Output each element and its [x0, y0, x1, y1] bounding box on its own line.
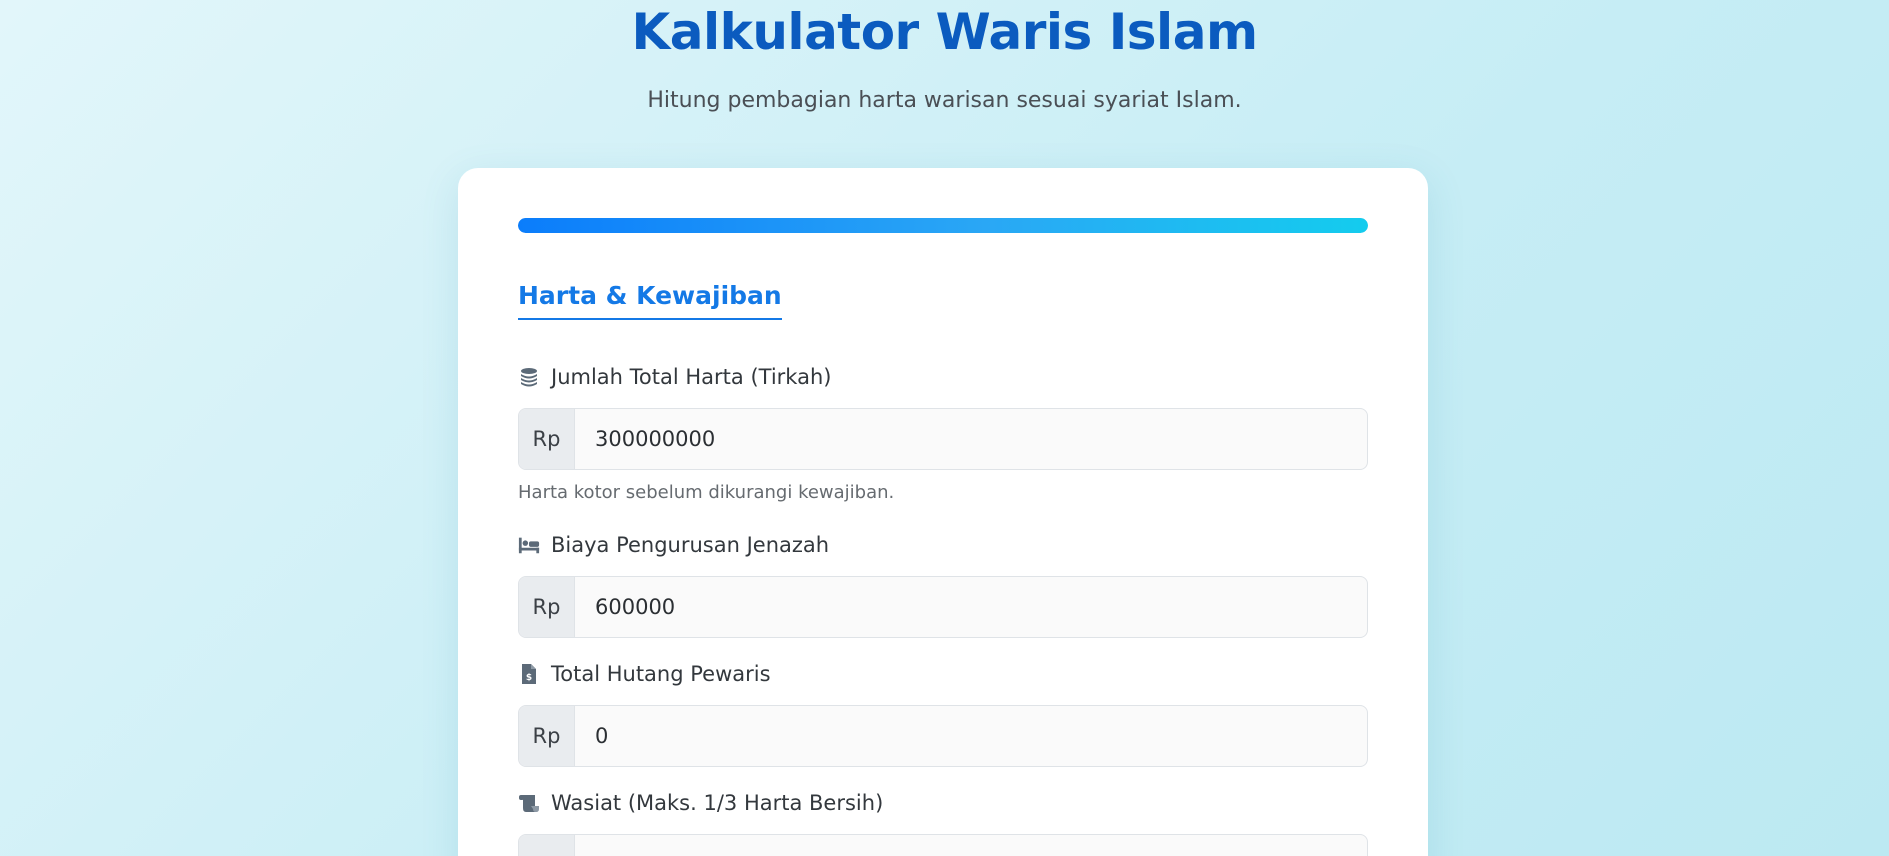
scroll-icon	[518, 792, 540, 814]
biaya-jenazah-input-group[interactable]: Rp 600000	[518, 576, 1368, 638]
total-harta-help: Harta kotor sebelum dikurangi kewajiban.	[518, 482, 895, 503]
total-harta-input-group[interactable]: Rp 300000000	[518, 408, 1368, 470]
calculator-card: Harta & Kewajiban Jumlah Total Harta (Ti…	[458, 168, 1428, 856]
bed-icon	[518, 534, 540, 556]
biaya-jenazah-label: Biaya Pengurusan Jenazah	[518, 530, 829, 560]
page-title: Kalkulator Waris Islam	[631, 3, 1258, 61]
section-title: Harta & Kewajiban	[518, 280, 782, 320]
hutang-pewaris-label: $ Total Hutang Pewaris	[518, 659, 771, 689]
total-harta-label: Jumlah Total Harta (Tirkah)	[518, 362, 831, 392]
biaya-jenazah-input[interactable]: 600000	[575, 577, 1367, 637]
progress-bar	[518, 218, 1368, 233]
file-invoice-dollar-icon: $	[518, 663, 540, 685]
currency-prefix: Rp	[519, 706, 575, 766]
progress-bar-fill	[518, 218, 1368, 233]
page-subtitle: Hitung pembagian harta warisan sesuai sy…	[647, 88, 1242, 113]
wasiat-input[interactable]	[575, 835, 1367, 856]
biaya-jenazah-label-text: Biaya Pengurusan Jenazah	[551, 533, 830, 557]
page: Kalkulator Waris Islam Hitung pembagian …	[0, 0, 1889, 856]
wasiat-label-text: Wasiat (Maks. 1/3 Harta Bersih)	[551, 791, 884, 815]
total-harta-input[interactable]: 300000000	[575, 409, 1367, 469]
currency-prefix: Rp	[519, 835, 575, 856]
svg-text:$: $	[526, 673, 532, 683]
currency-prefix: Rp	[519, 577, 575, 637]
total-harta-label-text: Jumlah Total Harta (Tirkah)	[551, 365, 832, 389]
wasiat-label: Wasiat (Maks. 1/3 Harta Bersih)	[518, 788, 883, 818]
currency-prefix: Rp	[519, 409, 575, 469]
coins-icon	[518, 366, 540, 388]
wasiat-input-group[interactable]: Rp	[518, 834, 1368, 856]
hutang-pewaris-label-text: Total Hutang Pewaris	[551, 662, 771, 686]
hutang-pewaris-input[interactable]: 0	[575, 706, 1367, 766]
hutang-pewaris-input-group[interactable]: Rp 0	[518, 705, 1368, 767]
